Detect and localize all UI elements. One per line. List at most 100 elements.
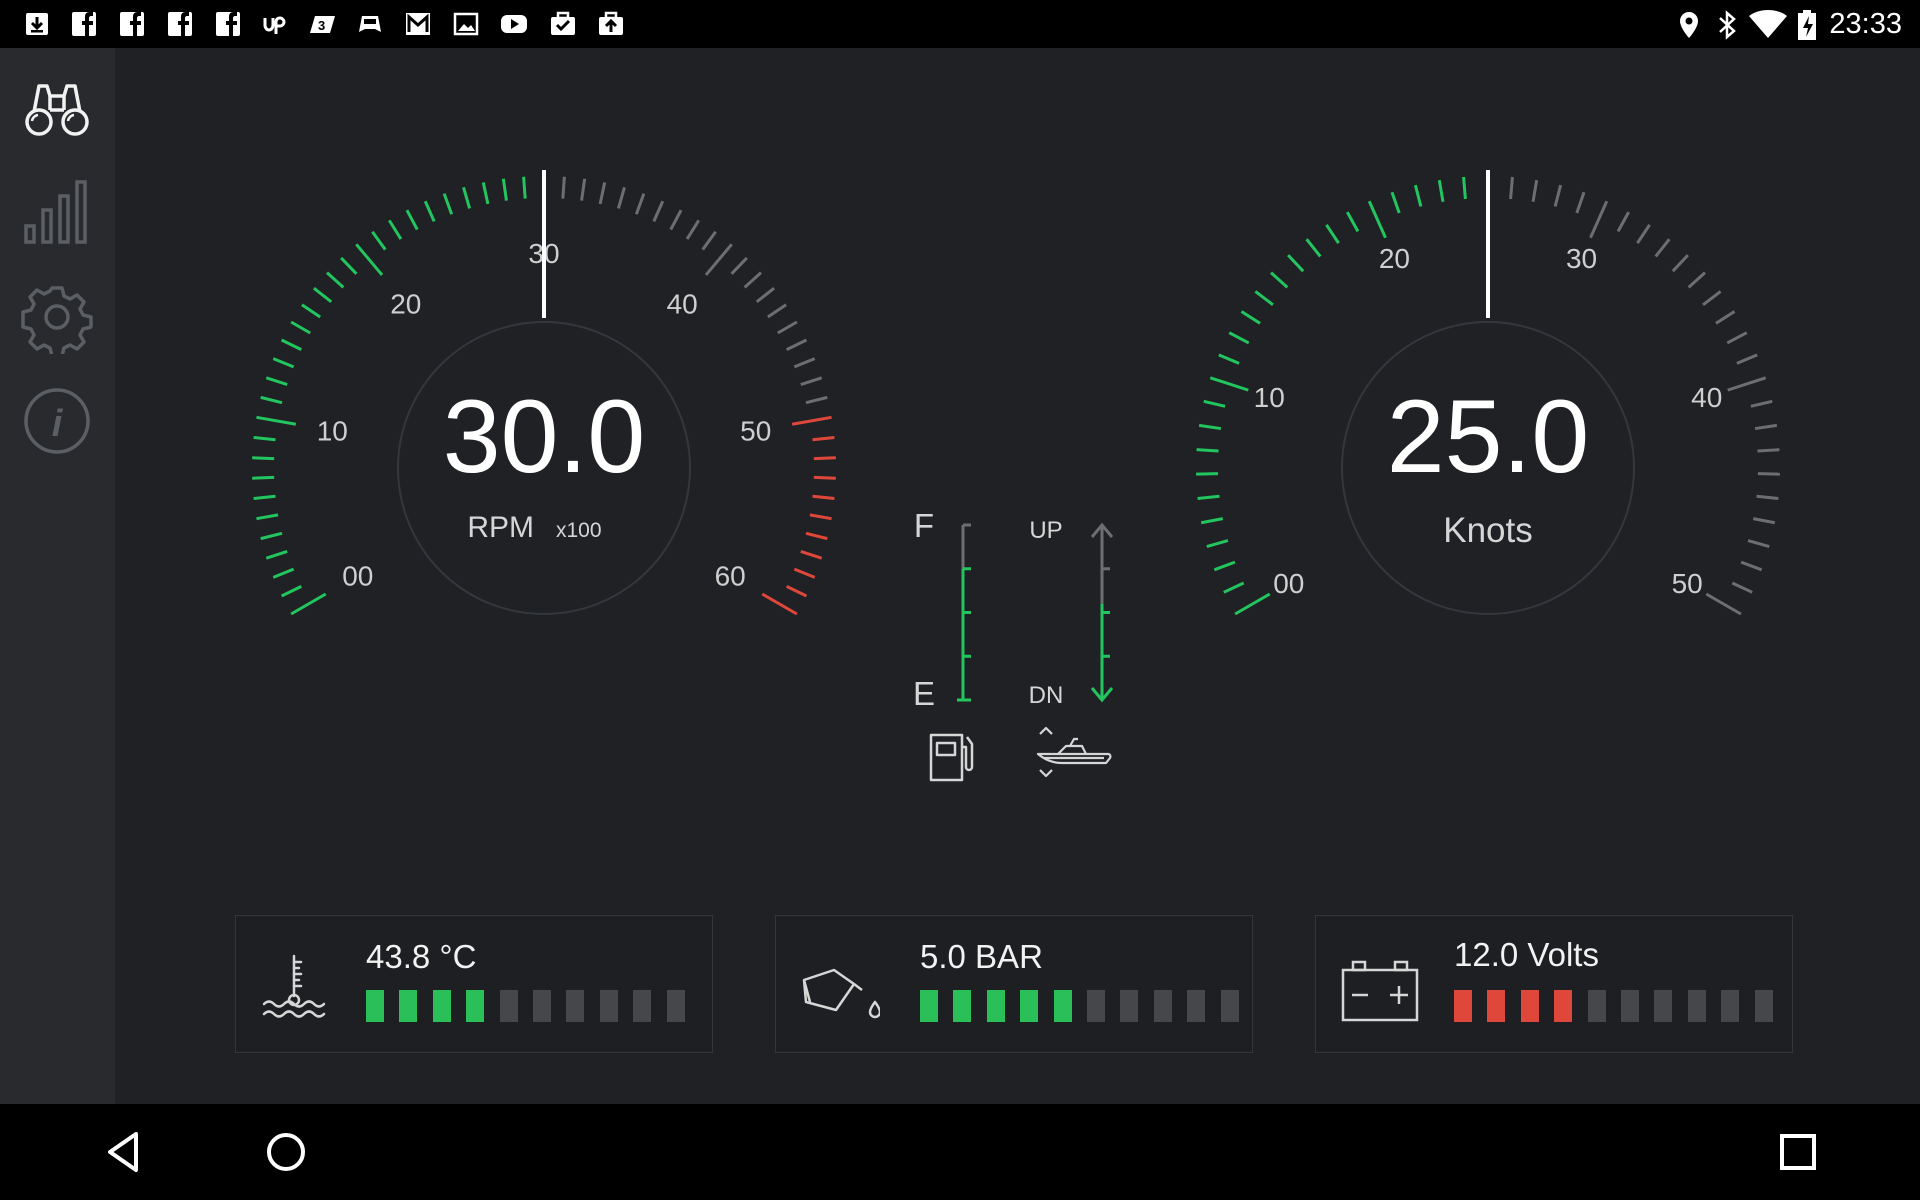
trim-up-label: UP <box>1029 517 1062 544</box>
gauge-tick-label: 60 <box>715 561 746 592</box>
svg-text:i: i <box>52 403 64 445</box>
gauge-tick <box>777 320 798 335</box>
level-segment <box>432 990 451 1022</box>
facebook-icon <box>120 12 144 36</box>
gauge-tick-label: 40 <box>667 288 698 319</box>
gauge-tick <box>616 186 626 209</box>
gauge-tick-label: 50 <box>1672 568 1703 599</box>
gauge-tick <box>685 219 701 240</box>
gauge-tick <box>272 357 295 369</box>
gauge-tick <box>1687 271 1707 289</box>
gauge-tick <box>761 592 798 616</box>
level-segment <box>986 990 1005 1022</box>
level-segment <box>1587 990 1606 1022</box>
gauge-tick <box>786 585 808 598</box>
level-segment <box>1454 990 1472 1022</box>
level-segment <box>953 990 972 1022</box>
fuel-empty-label: E <box>913 675 935 712</box>
gauge-tick <box>1671 254 1689 273</box>
gauge-tick <box>260 395 283 405</box>
bar-chart-icon <box>24 180 87 244</box>
download-icon <box>26 13 48 35</box>
wifi-icon <box>1749 10 1787 38</box>
gauge-tick <box>423 200 436 222</box>
briefcase-upload-icon <box>599 11 623 35</box>
gauge-tick <box>1234 592 1271 616</box>
gauge-tick <box>280 338 302 351</box>
gauge-tick <box>256 513 279 521</box>
rpm-value: 30.0 <box>443 379 645 495</box>
sidebar-item-statistics[interactable] <box>20 176 94 250</box>
gauge-tick <box>260 531 283 541</box>
gauge-tick <box>1509 176 1514 200</box>
sidebar-item-info[interactable]: i <box>20 384 94 458</box>
gauge-tick <box>1203 399 1226 408</box>
gauge-tick <box>1752 517 1776 525</box>
gauge-tick <box>1254 290 1274 306</box>
level-segment <box>566 990 585 1022</box>
sidebar-item-settings[interactable] <box>20 280 94 358</box>
gauge-tick <box>301 303 321 319</box>
fuel-full-label: F <box>914 507 934 544</box>
gauge-tick <box>580 178 587 201</box>
level-segment <box>1220 990 1239 1022</box>
water-temperature-icon <box>262 954 326 1018</box>
gauge-tick <box>1740 560 1763 572</box>
battery-icon <box>1341 960 1419 1022</box>
sidebar-item-dashboard[interactable] <box>20 72 94 146</box>
back-button[interactable] <box>96 1124 152 1180</box>
gauge-tick-label: 20 <box>1379 243 1410 274</box>
oil-can-icon <box>802 968 880 1019</box>
gauge-tick <box>252 475 275 480</box>
gauge-tick <box>1727 376 1767 392</box>
battery-panel: 12.0 Volts <box>1315 915 1793 1053</box>
status-bar: 3 23:33 <box>0 0 1920 48</box>
gauge-tick <box>1197 494 1220 501</box>
level-segment <box>1120 990 1139 1022</box>
gauge-tick <box>809 513 832 521</box>
gauge-tick <box>340 256 358 275</box>
facebook-icon <box>216 12 240 36</box>
temperature-panel: 43.8 °C <box>235 915 713 1053</box>
trim-gauge: UP DN <box>1029 517 1114 778</box>
gauge-tick <box>1269 271 1289 289</box>
gauge-tick <box>462 186 472 209</box>
gauge-tick <box>1575 191 1586 214</box>
gauge-tick-label: 00 <box>1273 568 1304 599</box>
gauge-tick <box>312 287 333 303</box>
gauge-tick <box>1346 211 1360 233</box>
upwork-icon <box>263 16 286 34</box>
battery-charging-icon <box>1798 10 1816 40</box>
gauge-tick <box>1240 310 1261 325</box>
level-segment <box>599 990 618 1022</box>
level-segment <box>1020 990 1039 1022</box>
gauge-tick <box>805 395 828 405</box>
gauge-tick <box>704 243 733 276</box>
level-segment <box>1153 990 1172 1022</box>
fuel-level-bar <box>957 523 971 702</box>
gauge-tick <box>1367 200 1387 239</box>
level-segment <box>1520 990 1539 1022</box>
recents-button[interactable] <box>1770 1124 1826 1180</box>
gauge-tick <box>1702 290 1722 306</box>
level-segment <box>1687 990 1706 1022</box>
level-segment <box>1053 990 1072 1022</box>
dashboard: 00 10 20 30 40 50 60 30.0 RPM x100 00 10 20 30 40 5… <box>115 48 1920 1104</box>
rpm-unit-label: RPM <box>467 511 534 544</box>
gauge-tick <box>812 494 835 501</box>
gauge-tick-label: 20 <box>390 288 421 319</box>
level-segment <box>1554 990 1573 1022</box>
home-icon <box>267 1133 305 1171</box>
gauge-tick <box>1413 184 1423 207</box>
level-segment <box>499 990 518 1022</box>
gauge-tick <box>1218 353 1240 365</box>
oil-pressure-panel: 5.0 BAR <box>775 915 1253 1053</box>
gauge-tick <box>252 456 275 461</box>
gauge-tick-label: 00 <box>342 561 373 592</box>
gauge-tick <box>501 178 508 201</box>
gauge-tick-label: 10 <box>1254 382 1285 413</box>
gauge-tick <box>371 230 387 251</box>
home-button[interactable] <box>258 1124 314 1180</box>
gauge-tick <box>1757 448 1780 453</box>
gauge-tick <box>522 176 527 199</box>
